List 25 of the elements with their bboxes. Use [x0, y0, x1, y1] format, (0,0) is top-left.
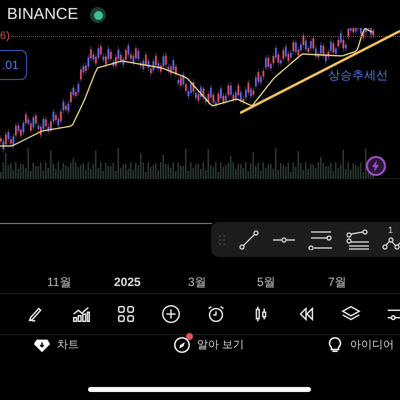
bottom-nav-tab[interactable]: 알아 보기 [173, 333, 244, 357]
pattern-tool-icon[interactable] [382, 236, 400, 250]
drag-handle-icon[interactable] [219, 234, 225, 246]
add-icon[interactable] [160, 303, 182, 325]
time-axis-label: 2025 [114, 274, 141, 291]
parallel-channel-tool-icon[interactable] [308, 230, 332, 250]
bottom-nav-tab[interactable]: 아이디어 [326, 333, 394, 357]
lightbulb-icon [326, 336, 344, 354]
time-axis-label: 5월 [257, 274, 276, 291]
tool-number-label: 1 [388, 226, 394, 234]
time-axis-label: 7월 [328, 274, 347, 291]
price-label: 6) [0, 29, 10, 43]
compass-icon [173, 336, 191, 354]
horizontal-ray-tool-icon[interactable] [273, 234, 295, 244]
lightning-icon[interactable] [366, 156, 386, 176]
grid-icon[interactable] [115, 303, 137, 325]
trend-line-tool-icon[interactable] [238, 228, 260, 250]
value-box: .01 [0, 50, 27, 80]
trend-line[interactable] [240, 30, 400, 114]
fib-tool-icon[interactable] [345, 228, 369, 250]
time-axis-label: 3월 [188, 274, 207, 291]
exchange-label: BINANCE [7, 5, 78, 25]
trendline-label: 상승추세선 [328, 67, 388, 84]
bottom-nav-tab[interactable]: 차트 [33, 333, 79, 357]
time-axis-label: 11월 [47, 274, 72, 291]
